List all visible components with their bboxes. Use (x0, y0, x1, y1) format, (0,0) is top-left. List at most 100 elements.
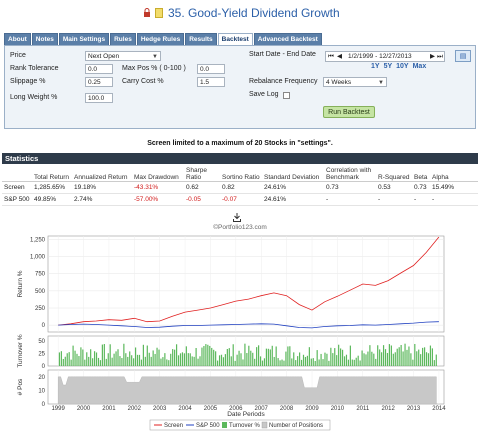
period-shortcuts: 1Y 5Y 10Y Max (371, 63, 426, 70)
tab-main-settings[interactable]: Main Settings (58, 33, 110, 45)
turnover-bar (355, 357, 357, 366)
turnover-bar (244, 343, 246, 366)
turnover-bar (68, 352, 70, 366)
turnover-bar (326, 353, 328, 366)
turnover-bar (90, 349, 92, 366)
column-header: Standard Deviation (262, 166, 324, 182)
turnover-bar (349, 345, 351, 366)
turnover-bar (191, 356, 193, 366)
column-header: Annualized Return (72, 166, 132, 182)
turnover-bar (84, 359, 86, 366)
chart-icon[interactable]: ▤ (455, 50, 471, 62)
turnover-bar (261, 360, 264, 366)
column-header: Sortino Ratio (220, 166, 262, 182)
turnover-bar (316, 350, 318, 366)
turnover-bar (338, 344, 340, 366)
turnover-bar (302, 354, 305, 366)
turnover-bar (269, 349, 271, 366)
tab-results[interactable]: Results (185, 33, 217, 45)
x-tick-label: 2005 (204, 406, 218, 412)
long-weight-input[interactable]: 100.0 (85, 93, 113, 103)
rank-tolerance-input[interactable]: 0.0 (85, 64, 113, 74)
turnover-bar (359, 360, 361, 366)
turnover-bar (226, 348, 228, 366)
turnover-bar (193, 356, 195, 366)
turnover-bar (209, 345, 211, 366)
turnover-bar (175, 344, 178, 366)
table-cell: Screen (2, 181, 32, 194)
turnover-bar (119, 356, 121, 366)
turnover-bar (334, 348, 336, 366)
save-log-checkbox[interactable] (283, 92, 290, 99)
period-max-link[interactable]: Max (413, 63, 427, 70)
download-icon[interactable] (233, 213, 241, 222)
turnover-bar (322, 359, 324, 366)
turnover-bar (382, 345, 385, 366)
date-range-picker[interactable]: ⏮ ◀ 1/2/1999 - 12/27/2013 ▶ ⏭ (325, 51, 445, 62)
last-page-icon[interactable]: ⏭ (437, 52, 443, 62)
turnover-bar (234, 360, 236, 366)
turnover-bar (99, 360, 102, 366)
column-header: R-Squared (376, 166, 412, 182)
turnover-bar (160, 358, 162, 366)
price-select[interactable]: Next Open ▼ (85, 51, 161, 61)
next-icon[interactable]: ▶ (430, 52, 435, 62)
tab-about[interactable]: About (4, 33, 31, 45)
table-cell: 0.82 (220, 181, 262, 194)
rank-tolerance-label: Rank Tolerance (10, 65, 59, 72)
x-tick-label: 2014 (432, 406, 446, 412)
turnover-bar (427, 353, 430, 366)
turnover-bar (82, 349, 84, 366)
turnover-bar (375, 358, 377, 366)
turnover-bar (179, 353, 182, 366)
turnover-bar (115, 351, 117, 366)
turnover-bar (345, 354, 348, 366)
turnover-bar (129, 351, 131, 366)
turnover-bar (236, 354, 238, 366)
turnover-tick-label: 50 (38, 339, 45, 345)
turnover-bar (433, 360, 435, 366)
turnover-bar (336, 355, 338, 366)
slippage-input[interactable]: 0.25 (85, 77, 113, 87)
table-row: Screen 1,285.65% 19.18% -43.31% 0.62 0.8… (2, 181, 478, 194)
turnover-bar (72, 345, 74, 366)
period-10y-link[interactable]: 10Y (396, 63, 408, 70)
save-log-label: Save Log (249, 91, 279, 98)
table-cell: S&P 500 (2, 193, 32, 206)
max-pos-input[interactable]: 0.0 (197, 64, 225, 74)
column-header: Total Return (32, 166, 72, 182)
turnover-axis-label: Turnover % (17, 334, 24, 368)
first-page-icon[interactable]: ⏮ (328, 52, 334, 62)
turnover-bar (187, 353, 189, 366)
turnover-bar (256, 347, 258, 366)
tab-rules[interactable]: Rules (110, 33, 136, 45)
turnover-bar (138, 354, 141, 366)
tab-hedge-rules[interactable]: Hedge Rules (136, 33, 185, 45)
chevron-down-icon: ▼ (152, 54, 158, 60)
turnover-bar (295, 360, 297, 366)
period-5y-link[interactable]: 5Y (384, 63, 393, 70)
tab-backtest[interactable]: Backtest (217, 33, 253, 45)
turnover-bar (347, 359, 350, 366)
turnover-bar (330, 347, 332, 366)
turnover-bar (250, 350, 252, 366)
period-1y-link[interactable]: 1Y (371, 63, 380, 70)
run-backtest-button[interactable]: Run Backtest (323, 106, 375, 118)
x-tick-label: 2003 (153, 406, 167, 412)
tab-bar: About Notes Main Settings Rules Hedge Ru… (4, 33, 322, 45)
turnover-bar (80, 347, 82, 366)
rebalance-select[interactable]: 4 Weeks ▼ (323, 77, 387, 87)
turnover-bar (156, 347, 158, 366)
turnover-bar (257, 345, 260, 366)
carry-cost-input[interactable]: 1.5 (197, 77, 225, 87)
turnover-bar (154, 353, 156, 366)
prev-icon[interactable]: ◀ (337, 52, 342, 62)
turnover-bar (70, 359, 72, 366)
tab-advanced-backtest[interactable]: Advanced Backtest (253, 33, 322, 45)
turnover-bar (95, 352, 98, 366)
column-header: Alpha (430, 166, 478, 182)
tab-notes[interactable]: Notes (31, 33, 58, 45)
main-plot-area (47, 235, 445, 333)
turnover-bar (252, 352, 254, 366)
y-tick-label: 0 (42, 323, 46, 329)
